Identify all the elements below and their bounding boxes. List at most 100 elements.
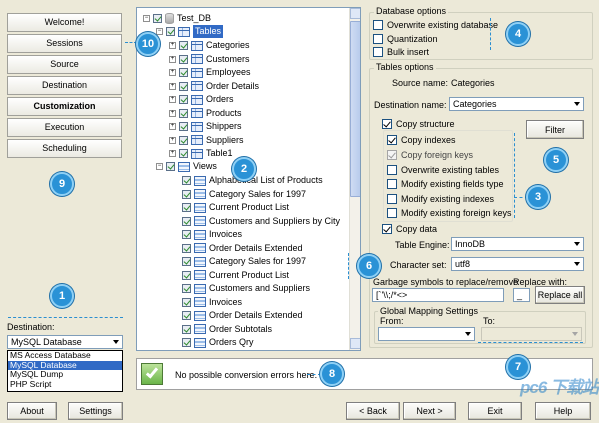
checkbox-icon[interactable] [182,203,191,213]
replace-with-input[interactable]: _ [513,288,530,302]
charset-select[interactable]: utf8 [451,257,584,271]
tree-view-item[interactable]: Order Details Extended [182,242,303,256]
checkbox-icon[interactable] [182,189,191,199]
chevron-down-icon[interactable] [571,258,583,270]
checkbox-icon[interactable] [179,95,188,105]
copy-indexes-checkbox[interactable] [387,135,397,145]
collapse-icon[interactable]: − [143,15,150,23]
chevron-down-icon[interactable] [110,336,122,348]
tree-table-item[interactable]: + Customers [169,53,250,67]
nav-source-button[interactable]: Source [7,55,122,74]
destination-name-select[interactable]: Categories [449,97,584,111]
checkbox-icon[interactable] [182,338,191,348]
tree-view-item[interactable]: Category Sales for 1997 [182,188,306,202]
checkbox-icon[interactable] [179,122,188,132]
tree-table-item[interactable]: + Suppliers [169,134,244,148]
tree-view-item[interactable]: Invoices [182,296,242,310]
checkbox-icon[interactable] [179,149,188,159]
next-button[interactable]: Next > [403,402,456,420]
replace-all-button[interactable]: Replace all [535,286,585,304]
tree-table-item[interactable]: + Employees [169,66,251,80]
tree-view-item[interactable]: Invoices [182,228,242,242]
modify-indexes-checkbox[interactable] [387,194,397,204]
tree-table-item[interactable]: + Products [169,107,242,121]
checkbox-icon[interactable] [182,297,191,307]
checkbox-icon[interactable] [182,324,191,334]
destination-select[interactable]: MySQL Database [7,335,123,349]
checkbox-icon[interactable] [179,108,188,118]
checkbox-icon[interactable] [182,257,191,267]
scrollbar-thumb[interactable] [350,21,360,197]
tree-table-item[interactable]: + Table1 [169,147,233,161]
checkbox-icon[interactable] [179,135,188,145]
expand-icon[interactable]: + [169,136,176,144]
copy-structure-checkbox[interactable] [382,119,392,129]
checkbox-icon[interactable] [179,68,188,78]
tree-table-item[interactable]: + Orders [169,93,234,107]
nav-sessions-button[interactable]: Sessions [7,34,122,53]
expand-icon[interactable]: + [169,96,176,104]
tree-view-item[interactable]: Orders Qry [182,336,254,350]
tree-view-item[interactable]: Category Sales for 1997 [182,255,306,269]
chevron-down-icon[interactable] [571,98,583,110]
checkbox-icon[interactable] [182,284,191,294]
expand-icon[interactable]: + [169,42,176,50]
table-engine-select[interactable]: InnoDB [451,237,584,251]
expand-icon[interactable]: + [169,123,176,131]
checkbox-icon[interactable] [182,270,191,280]
tree-view-item[interactable]: Customers and Suppliers by City [182,215,340,229]
tree-view-item[interactable]: Order Subtotals [182,323,272,337]
chevron-down-icon[interactable] [571,238,583,250]
collapse-icon[interactable]: − [156,163,163,171]
checkbox-icon[interactable] [179,41,188,51]
copy-data-checkbox[interactable] [382,224,392,234]
bulk-insert-checkbox[interactable] [373,47,383,57]
mapping-to-select[interactable] [481,327,582,341]
mapping-from-select[interactable] [378,327,475,341]
overwrite-tables-checkbox[interactable] [387,165,397,175]
chevron-down-icon[interactable] [462,328,474,340]
checkbox-icon[interactable] [166,162,175,172]
garbage-symbols-input[interactable]: [`'\\;/*<> [372,288,504,302]
tree-view-item[interactable]: Customers and Suppliers [182,282,310,296]
expand-icon[interactable]: + [169,109,176,117]
destination-option[interactable]: PHP Script [8,379,122,390]
chevron-down-icon[interactable] [569,328,581,340]
checkbox-icon[interactable] [182,311,191,321]
checkbox-icon[interactable] [179,81,188,91]
expand-icon[interactable]: + [169,55,176,63]
checkbox-icon[interactable] [182,216,191,226]
tree-view-item[interactable]: Current Product List [182,201,289,215]
tree-tables-node[interactable]: − Tables [156,25,224,39]
checkbox-icon[interactable] [153,14,162,24]
overwrite-db-checkbox[interactable] [373,20,383,30]
settings-button[interactable]: Settings [68,402,123,420]
expand-icon[interactable]: + [169,150,176,158]
tree-table-item[interactable]: + Shippers [169,120,242,134]
modify-foreign-keys-checkbox[interactable] [387,208,397,218]
quantization-checkbox[interactable] [373,34,383,44]
filter-button[interactable]: Filter [526,120,584,139]
collapse-icon[interactable]: − [156,28,163,36]
scroll-down-icon[interactable] [350,338,360,349]
checkbox-icon[interactable] [182,176,191,186]
nav-customization-button[interactable]: Customization [7,97,122,116]
about-button[interactable]: About [7,402,57,420]
exit-button[interactable]: Exit [468,402,522,420]
tree-scrollbar[interactable] [349,8,360,350]
checkbox-icon[interactable] [182,243,191,253]
modify-fields-type-checkbox[interactable] [387,179,397,189]
checkbox-icon[interactable] [182,230,191,240]
checkbox-icon[interactable] [166,27,175,37]
nav-execution-button[interactable]: Execution [7,118,122,137]
copy-foreign-keys-checkbox[interactable] [387,150,397,160]
tree-view-item[interactable]: Current Product List [182,269,289,283]
checkbox-icon[interactable] [179,54,188,64]
tree-view-item[interactable]: Order Details Extended [182,309,303,323]
help-button[interactable]: Help [535,402,591,420]
nav-scheduling-button[interactable]: Scheduling [7,139,122,158]
expand-icon[interactable]: + [169,69,176,77]
tree-table-item[interactable]: + Order Details [169,80,259,94]
scroll-up-icon[interactable] [350,8,360,19]
tree-table-item[interactable]: + Categories [169,39,250,53]
